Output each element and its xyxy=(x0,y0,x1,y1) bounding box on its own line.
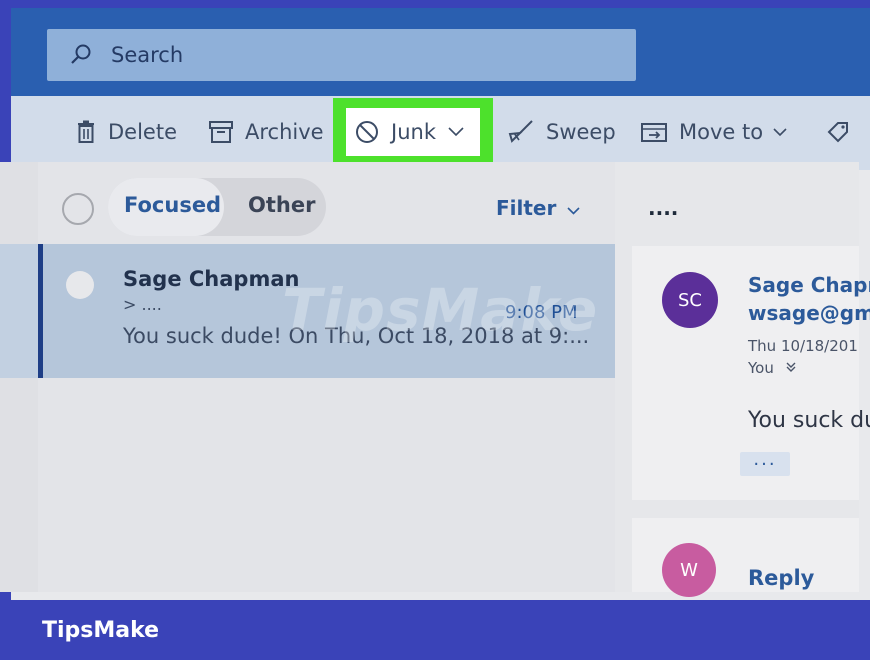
junk-button[interactable]: Junk xyxy=(355,112,464,152)
reading-sender-email[interactable]: wsage@gm xyxy=(748,301,870,325)
delete-label: Delete xyxy=(108,120,177,144)
reading-sender-name[interactable]: Sage Chapm xyxy=(748,273,870,297)
junk-label: Junk xyxy=(391,120,436,144)
archive-label: Archive xyxy=(245,120,324,144)
move-to-button[interactable]: Move to xyxy=(641,112,787,152)
reading-date: Thu 10/18/201 xyxy=(748,337,858,355)
search-placeholder: Search xyxy=(111,43,184,67)
brand-label: TipsMake xyxy=(42,618,160,643)
command-toolbar: Delete Archive Junk Sweep Move to xyxy=(11,96,870,170)
expand-recipients-icon xyxy=(785,361,797,373)
sweep-label: Sweep xyxy=(546,120,616,144)
block-icon xyxy=(355,120,379,144)
categorize-button[interactable] xyxy=(827,112,863,152)
reply-avatar-initial: W xyxy=(680,559,698,581)
avatar: SC xyxy=(662,272,718,328)
archive-button[interactable]: Archive xyxy=(209,112,324,152)
reading-recipients[interactable]: You xyxy=(748,359,797,377)
search-box[interactable]: Search xyxy=(47,29,636,81)
reading-pane-header: .... xyxy=(648,196,679,220)
chevron-down-icon[interactable] xyxy=(773,127,787,137)
sweep-button[interactable]: Sweep xyxy=(508,112,616,152)
tab-focused[interactable]: Focused xyxy=(124,193,221,217)
nav-pane-edge-selected xyxy=(0,244,38,378)
watermark: TipsMake xyxy=(282,276,599,344)
message-subject: > .... xyxy=(123,295,162,314)
trash-icon xyxy=(76,120,96,144)
chevron-down-icon[interactable] xyxy=(448,127,464,137)
chevron-down-icon xyxy=(567,207,580,215)
search-icon xyxy=(71,44,91,64)
reply-button[interactable]: Reply xyxy=(748,566,814,590)
reading-body: You suck du xyxy=(748,408,870,433)
filter-button[interactable]: Filter xyxy=(496,196,580,220)
archive-icon xyxy=(209,121,233,143)
selected-indicator xyxy=(38,244,43,378)
tag-icon xyxy=(827,121,851,143)
row-checkbox[interactable] xyxy=(66,271,94,299)
tab-other[interactable]: Other xyxy=(248,193,315,217)
recipient-label: You xyxy=(748,359,774,377)
show-more-button[interactable]: ... xyxy=(740,451,790,476)
delete-button[interactable]: Delete xyxy=(76,112,177,152)
folder-move-icon xyxy=(641,122,667,142)
broom-icon xyxy=(508,120,534,144)
filter-label: Filter xyxy=(496,196,557,220)
avatar-initials: SC xyxy=(678,289,702,311)
top-bar: Search xyxy=(11,8,870,96)
select-all-checkbox[interactable] xyxy=(62,193,94,225)
reply-avatar: W xyxy=(662,543,716,597)
message-sender: Sage Chapman xyxy=(123,267,300,291)
move-to-label: Move to xyxy=(679,120,764,144)
